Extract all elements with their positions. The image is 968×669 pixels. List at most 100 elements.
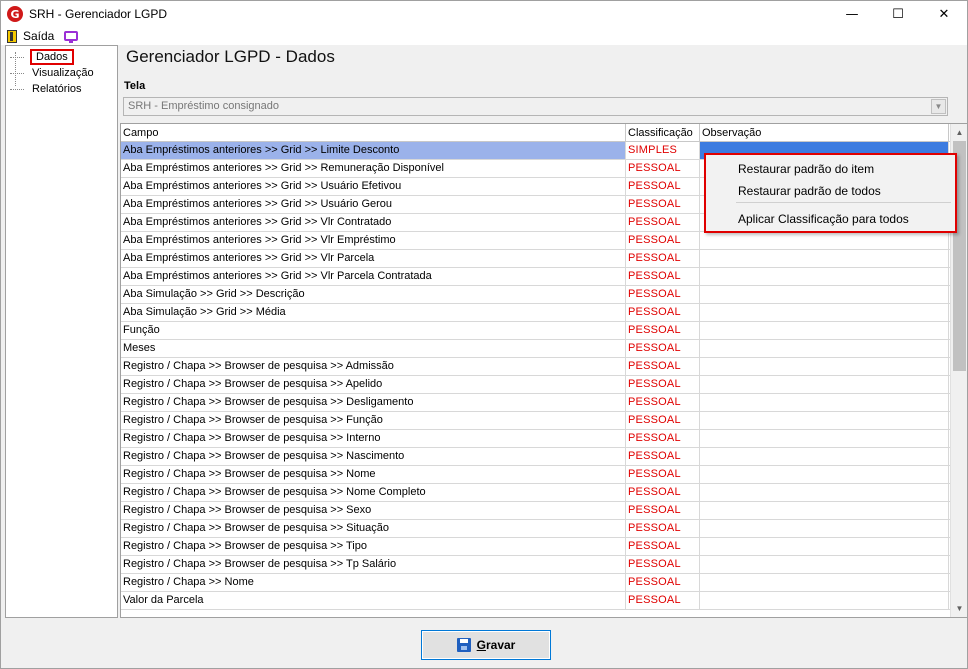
minimize-button[interactable]: — — [829, 1, 875, 27]
table-row[interactable]: Registro / Chapa >> Browser de pesquisa … — [121, 556, 950, 574]
cell-campo[interactable]: Registro / Chapa >> Browser de pesquisa … — [121, 556, 626, 573]
cell-campo[interactable]: Registro / Chapa >> Browser de pesquisa … — [121, 430, 626, 447]
cell-classificacao[interactable]: PESSOAL — [626, 214, 700, 231]
cell-campo[interactable]: Aba Empréstimos anteriores >> Grid >> Re… — [121, 160, 626, 177]
cell-campo[interactable]: Registro / Chapa >> Browser de pesquisa … — [121, 358, 626, 375]
cell-classificacao[interactable]: PESSOAL — [626, 196, 700, 213]
cell-classificacao[interactable]: PESSOAL — [626, 286, 700, 303]
cell-campo[interactable]: Registro / Chapa >> Browser de pesquisa … — [121, 538, 626, 555]
cell-observacao[interactable] — [700, 376, 949, 393]
table-row[interactable]: Aba Empréstimos anteriores >> Grid >> Vl… — [121, 232, 950, 250]
save-button[interactable]: Gravar — [421, 630, 551, 660]
cell-campo[interactable]: Aba Empréstimos anteriores >> Grid >> Us… — [121, 178, 626, 195]
table-row[interactable]: Registro / Chapa >> Browser de pesquisa … — [121, 394, 950, 412]
cell-classificacao[interactable]: PESSOAL — [626, 376, 700, 393]
cell-campo[interactable]: Aba Empréstimos anteriores >> Grid >> Vl… — [121, 250, 626, 267]
table-row[interactable]: Meses PESSOAL — [121, 340, 950, 358]
table-row[interactable]: Registro / Chapa >> Browser de pesquisa … — [121, 502, 950, 520]
cell-classificacao[interactable]: PESSOAL — [626, 538, 700, 555]
cell-campo[interactable]: Registro / Chapa >> Browser de pesquisa … — [121, 376, 626, 393]
cell-classificacao[interactable]: PESSOAL — [626, 502, 700, 519]
cell-observacao[interactable] — [700, 394, 949, 411]
scroll-up-icon[interactable]: ▲ — [951, 124, 967, 141]
menu-item-restaurar-todos[interactable]: Restaurar padrão de todos — [738, 181, 881, 201]
cell-campo[interactable]: Registro / Chapa >> Browser de pesquisa … — [121, 394, 626, 411]
column-header-campo[interactable]: Campo — [121, 124, 626, 142]
cell-classificacao[interactable]: PESSOAL — [626, 250, 700, 267]
exit-door-icon[interactable] — [7, 29, 17, 43]
table-row[interactable]: Registro / Chapa >> Browser de pesquisa … — [121, 430, 950, 448]
cell-observacao[interactable] — [700, 574, 949, 591]
cell-classificacao[interactable]: PESSOAL — [626, 358, 700, 375]
cell-campo[interactable]: Registro / Chapa >> Browser de pesquisa … — [121, 466, 626, 483]
cell-campo[interactable]: Aba Empréstimos anteriores >> Grid >> Us… — [121, 196, 626, 213]
menu-item-restaurar-item[interactable]: Restaurar padrão do item — [738, 159, 874, 179]
cell-observacao[interactable] — [700, 304, 949, 321]
cell-campo[interactable]: Aba Empréstimos anteriores >> Grid >> Vl… — [121, 232, 626, 249]
cell-observacao[interactable] — [700, 466, 949, 483]
cell-classificacao[interactable]: PESSOAL — [626, 448, 700, 465]
cell-classificacao[interactable]: PESSOAL — [626, 574, 700, 591]
table-row[interactable]: Registro / Chapa >> Browser de pesquisa … — [121, 538, 950, 556]
close-button[interactable]: ✕ — [921, 1, 967, 27]
column-header-classificacao[interactable]: Classificação — [626, 124, 700, 142]
scroll-down-icon[interactable]: ▼ — [951, 600, 967, 617]
cell-classificacao[interactable]: PESSOAL — [626, 268, 700, 285]
table-row[interactable]: Registro / Chapa >> Browser de pesquisa … — [121, 412, 950, 430]
cell-observacao[interactable] — [700, 430, 949, 447]
maximize-button[interactable]: ☐ — [875, 1, 921, 27]
cell-observacao[interactable] — [700, 232, 949, 249]
cell-campo[interactable]: Registro / Chapa >> Browser de pesquisa … — [121, 520, 626, 537]
cell-classificacao[interactable]: PESSOAL — [626, 394, 700, 411]
cell-observacao[interactable] — [700, 250, 949, 267]
table-row[interactable]: Registro / Chapa >> Browser de pesquisa … — [121, 448, 950, 466]
cell-classificacao[interactable]: PESSOAL — [626, 484, 700, 501]
cell-observacao[interactable] — [700, 286, 949, 303]
cell-classificacao[interactable]: PESSOAL — [626, 520, 700, 537]
table-row[interactable]: Aba Empréstimos anteriores >> Grid >> Vl… — [121, 268, 950, 286]
table-row[interactable]: Função PESSOAL — [121, 322, 950, 340]
cell-campo[interactable]: Registro / Chapa >> Browser de pesquisa … — [121, 448, 626, 465]
cell-observacao[interactable] — [700, 538, 949, 555]
cell-observacao[interactable] — [700, 556, 949, 573]
cell-observacao[interactable] — [700, 520, 949, 537]
cell-classificacao[interactable]: PESSOAL — [626, 466, 700, 483]
cell-campo[interactable]: Registro / Chapa >> Nome — [121, 574, 626, 591]
monitor-icon[interactable] — [64, 31, 79, 43]
cell-observacao[interactable] — [700, 340, 949, 357]
cell-campo[interactable]: Aba Empréstimos anteriores >> Grid >> Vl… — [121, 268, 626, 285]
cell-observacao[interactable] — [700, 502, 949, 519]
cell-campo[interactable]: Registro / Chapa >> Browser de pesquisa … — [121, 502, 626, 519]
cell-classificacao[interactable]: PESSOAL — [626, 178, 700, 195]
cell-campo[interactable]: Aba Simulação >> Grid >> Descrição — [121, 286, 626, 303]
cell-campo[interactable]: Função — [121, 322, 626, 339]
cell-observacao[interactable] — [700, 592, 949, 609]
cell-classificacao[interactable]: PESSOAL — [626, 232, 700, 249]
tela-select[interactable]: SRH - Empréstimo consignado ▼ — [123, 97, 948, 116]
cell-classificacao[interactable]: PESSOAL — [626, 322, 700, 339]
cell-campo[interactable]: Valor da Parcela — [121, 592, 626, 609]
cell-classificacao[interactable]: PESSOAL — [626, 412, 700, 429]
cell-observacao[interactable] — [700, 448, 949, 465]
cell-campo[interactable]: Registro / Chapa >> Browser de pesquisa … — [121, 484, 626, 501]
tree-item-dados[interactable]: Dados — [10, 49, 74, 65]
cell-classificacao[interactable]: PESSOAL — [626, 592, 700, 609]
cell-classificacao[interactable]: PESSOAL — [626, 160, 700, 177]
menu-item-aplicar-classificacao[interactable]: Aplicar Classificação para todos — [738, 209, 909, 229]
table-row[interactable]: Aba Simulação >> Grid >> Descrição PESSOA… — [121, 286, 950, 304]
cell-campo[interactable]: Aba Empréstimos anteriores >> Grid >> Vl… — [121, 214, 626, 231]
table-row[interactable]: Registro / Chapa >> Nome PESSOAL — [121, 574, 950, 592]
column-header-observacao[interactable]: Observação — [700, 124, 949, 142]
cell-observacao[interactable] — [700, 412, 949, 429]
chevron-down-icon[interactable]: ▼ — [931, 99, 946, 114]
cell-classificacao[interactable]: SIMPLES — [626, 142, 700, 159]
table-row[interactable]: Valor da Parcela PESSOAL — [121, 592, 950, 610]
cell-classificacao[interactable]: PESSOAL — [626, 340, 700, 357]
table-row[interactable]: Aba Empréstimos anteriores >> Grid >> Vl… — [121, 250, 950, 268]
cell-classificacao[interactable]: PESSOAL — [626, 304, 700, 321]
cell-observacao[interactable] — [700, 268, 949, 285]
cell-observacao[interactable] — [700, 358, 949, 375]
cell-observacao[interactable] — [700, 484, 949, 501]
table-row[interactable]: Registro / Chapa >> Browser de pesquisa … — [121, 466, 950, 484]
table-row[interactable]: Registro / Chapa >> Browser de pesquisa … — [121, 484, 950, 502]
